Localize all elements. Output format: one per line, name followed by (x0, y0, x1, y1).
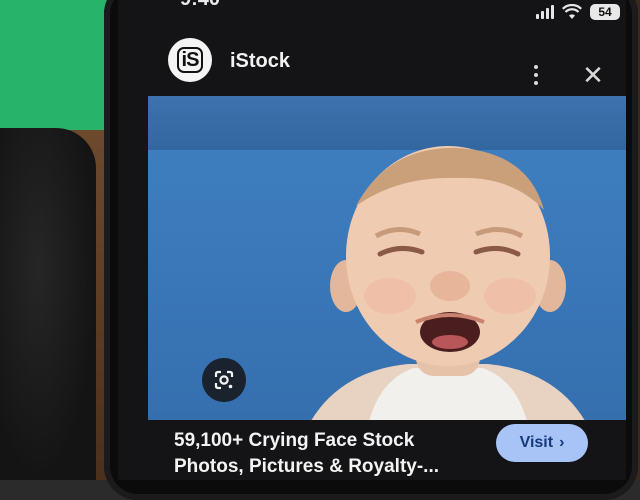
site-name[interactable]: iStock (230, 50, 290, 73)
visit-label: Visit (519, 434, 554, 451)
result-title-line2: Photos, Pictures & Royalty-... (174, 456, 439, 477)
logo-text: iS (176, 47, 204, 73)
crying-baby-image (311, 146, 585, 420)
background-wall (0, 0, 120, 135)
lens-button[interactable] (202, 358, 246, 402)
more-options-button[interactable] (524, 60, 548, 90)
result-title[interactable]: 59,100+ Crying Face Stock Photos, Pictur… (174, 428, 474, 480)
close-button[interactable]: ✕ (578, 60, 608, 90)
result-header: iS iStock ✕ (118, 30, 626, 94)
image-preview[interactable] (148, 96, 626, 420)
result-title-line1: 59,100+ Crying Face Stock (174, 430, 415, 451)
more-vert-icon (534, 65, 538, 69)
istock-logo: iS (168, 38, 212, 82)
cellular-signal-icon (536, 5, 554, 19)
visit-button[interactable]: Visit › (496, 424, 588, 462)
chevron-right-icon: › (559, 434, 565, 451)
background-jacket (0, 128, 96, 480)
google-lens-icon (214, 370, 234, 390)
close-icon: ✕ (582, 60, 604, 90)
status-time: 9:40 (180, 0, 220, 11)
phone-screen: 9:40 54 iS iStock ✕ (118, 0, 626, 480)
battery-indicator: 54 (590, 4, 620, 20)
status-icons: 54 (536, 4, 620, 20)
wifi-icon (562, 4, 582, 19)
